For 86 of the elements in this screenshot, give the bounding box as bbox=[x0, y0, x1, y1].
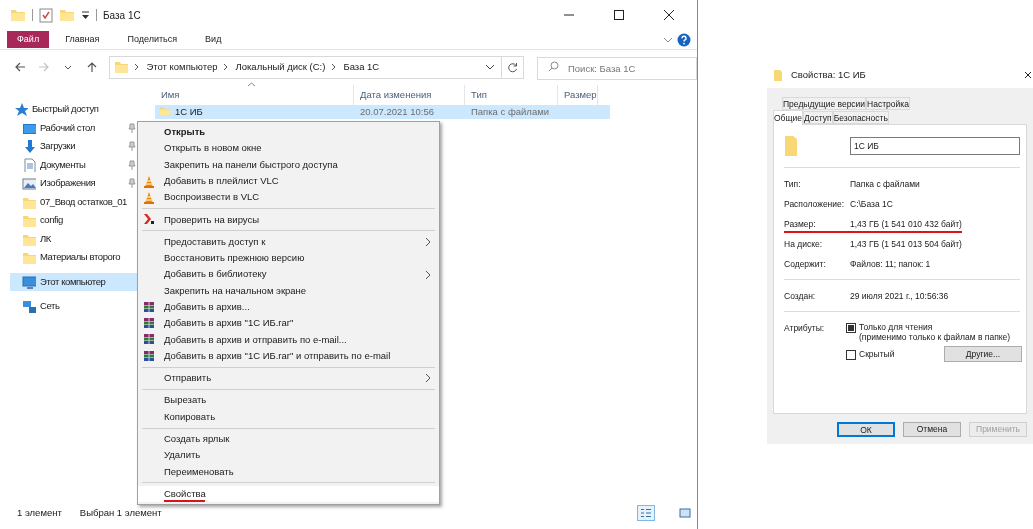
field-label: Атрибуты: bbox=[784, 322, 826, 335]
minimize-icon bbox=[564, 14, 574, 16]
name-field[interactable]: 1С ИБ bbox=[850, 137, 1020, 155]
window-title: Свойства: 1С ИБ bbox=[791, 67, 866, 82]
cone-icon bbox=[143, 190, 155, 204]
other-button[interactable]: Другие... bbox=[944, 346, 1022, 362]
menu-item[interactable]: Вырезать bbox=[138, 392, 439, 409]
window-title: База 1С bbox=[103, 8, 141, 23]
details-view-button[interactable] bbox=[637, 505, 655, 521]
down-arrow-icon bbox=[22, 139, 36, 154]
field-label: Создан: bbox=[784, 289, 817, 303]
help-icon[interactable] bbox=[677, 32, 691, 47]
checkbox-note: (применимо только к файлам в папке) bbox=[859, 332, 1011, 342]
type-cell-text: Папка с файлами bbox=[470, 105, 550, 118]
field-value: Папка с файлами bbox=[850, 177, 920, 191]
field-value: C:\База 1С bbox=[850, 197, 893, 211]
field-label: Тип: bbox=[784, 177, 802, 191]
checkbox-label: Скрытый bbox=[859, 349, 895, 359]
file-name: 1С ИБ bbox=[175, 105, 203, 118]
chevron-down-icon[interactable] bbox=[484, 62, 495, 72]
picture-icon bbox=[679, 508, 691, 518]
dialog-button[interactable]: ОК bbox=[837, 421, 895, 437]
books-icon bbox=[143, 349, 155, 363]
computer-icon bbox=[22, 274, 36, 289]
breadcrumb[interactable]: База 1С bbox=[343, 59, 380, 75]
menu-item[interactable]: Удалить bbox=[138, 447, 439, 464]
dialog-tab[interactable]: Общие bbox=[773, 110, 803, 125]
ribbon-tab[interactable]: Вид bbox=[195, 31, 232, 48]
field-value: 1,43 ГБ (1 541 013 504 байт) bbox=[850, 237, 962, 251]
checkbox[interactable] bbox=[846, 349, 856, 360]
document-icon bbox=[22, 157, 36, 172]
chevron-right-icon bbox=[134, 63, 141, 71]
field-value: Файлов: 11; папок: 1 bbox=[850, 257, 931, 271]
menu-item[interactable]: Переименовать bbox=[138, 463, 439, 480]
sidebar-item[interactable]: Быстрый доступ bbox=[10, 100, 147, 119]
menu-item[interactable]: Создать ярлык bbox=[138, 431, 439, 448]
close-icon bbox=[662, 8, 676, 22]
menu-item[interactable]: Добавить в архив "1С ИБ.rar" и отправить по e-mail bbox=[138, 347, 439, 365]
checkbox[interactable] bbox=[846, 323, 856, 333]
chevron-right-icon bbox=[331, 63, 338, 71]
field-value: 1,43 ГБ (1 541 010 432 байт) bbox=[850, 217, 962, 231]
list-icon bbox=[640, 508, 652, 518]
ribbon-tab[interactable]: Поделиться bbox=[117, 31, 188, 48]
chevron-right-icon bbox=[223, 63, 230, 71]
menu-item[interactable]: Свойства bbox=[138, 485, 439, 503]
cone-icon bbox=[143, 174, 155, 188]
checkbox-label: Только для чтения bbox=[859, 322, 934, 332]
field-label: Размер: bbox=[784, 217, 817, 231]
address-bar[interactable]: Этот компьютер Локальный диск (C:) База 1С bbox=[109, 55, 524, 79]
menu-item[interactable]: Отправить bbox=[138, 370, 439, 387]
books-icon bbox=[143, 333, 155, 347]
star-icon bbox=[14, 102, 28, 117]
date-cell-text: 20.07.2021 10:56 bbox=[359, 105, 435, 118]
field-label: Расположение: bbox=[784, 197, 846, 211]
refresh-icon bbox=[506, 61, 518, 73]
maximize-icon bbox=[612, 8, 626, 22]
field-value: 29 июля 2021 г., 10:56:36 bbox=[850, 289, 949, 303]
properties-icon[interactable] bbox=[39, 7, 53, 23]
menu-item[interactable]: Копировать bbox=[138, 408, 439, 426]
picture-icon bbox=[22, 176, 36, 191]
close-icon[interactable] bbox=[1024, 71, 1032, 79]
breadcrumb[interactable]: Этот компьютер bbox=[146, 59, 218, 75]
books-icon bbox=[143, 316, 155, 330]
dialog-button[interactable]: Отмена bbox=[903, 421, 961, 437]
breadcrumb[interactable]: Локальный диск (C:) bbox=[235, 59, 326, 75]
dialog-tab[interactable]: Настройка bbox=[866, 97, 910, 110]
menu-item[interactable]: Добавить в архив и отправить по e-mail... bbox=[138, 331, 439, 348]
search-icon bbox=[547, 60, 559, 72]
status-text: Выбран 1 элемент bbox=[79, 505, 162, 520]
ribbon-tab[interactable]: Главная bbox=[55, 31, 110, 48]
ribbon-tab[interactable]: Файл bbox=[7, 31, 50, 48]
network-icon bbox=[22, 299, 36, 314]
search-field[interactable]: Поиск: База 1С bbox=[536, 56, 697, 80]
file-row[interactable]: 1С ИБ 20.07.2021 10:56 Папка с файлами bbox=[155, 105, 610, 119]
dialog-tab[interactable]: Безопасность bbox=[832, 111, 889, 124]
forward-arrow-icon bbox=[36, 60, 51, 74]
menu-item[interactable]: Добавить в архив "1С ИБ.rar" bbox=[138, 315, 439, 332]
field-label: Содержит: bbox=[784, 257, 827, 271]
field-label: На диске: bbox=[784, 237, 824, 251]
dropdown-icon[interactable] bbox=[81, 9, 90, 21]
sort-caret-icon bbox=[247, 82, 256, 87]
books-icon bbox=[143, 300, 155, 314]
dialog-tab[interactable]: Доступ bbox=[802, 111, 833, 124]
dialog-tab[interactable]: Предыдущие версии bbox=[782, 97, 867, 110]
tiles-view-button[interactable] bbox=[676, 505, 694, 521]
status-text: 1 элемент bbox=[17, 505, 62, 520]
